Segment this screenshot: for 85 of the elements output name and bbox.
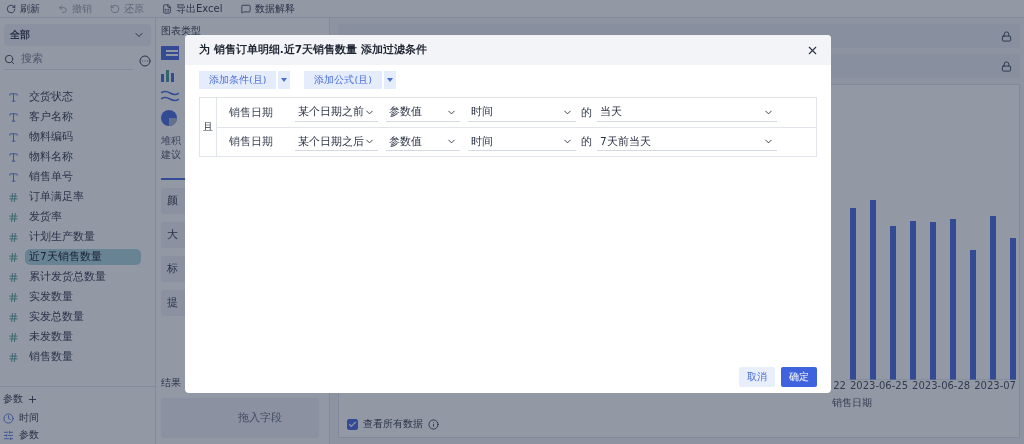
bar-chart-icon — [161, 68, 177, 82]
hash-icon — [8, 351, 19, 363]
hash-icon — [8, 231, 19, 243]
value-select[interactable]: 当天 — [597, 103, 777, 122]
cancel-button[interactable]: 取消 — [739, 367, 775, 387]
field-item[interactable]: 销售数量 — [25, 349, 141, 365]
add-button[interactable]: 添加条件(且) — [199, 71, 277, 89]
info-icon — [428, 419, 439, 430]
note-text: 堆积 — [161, 134, 181, 148]
param-select[interactable]: 时间 — [468, 133, 576, 151]
param-item[interactable]: 时间 — [19, 412, 39, 425]
section-title: 参数 — [3, 393, 23, 406]
connector-text: 的 — [581, 105, 592, 120]
hash-icon — [8, 271, 19, 283]
toolbar-button[interactable]: 刷新 — [6, 2, 40, 15]
field-name: 销售日期 — [229, 105, 274, 120]
more-icon[interactable] — [139, 55, 151, 67]
add-button[interactable]: 添加公式(且) — [304, 71, 382, 89]
field-item[interactable]: 近7天销售数量 — [25, 249, 141, 265]
value-select[interactable]: 7天前当天 — [597, 133, 777, 151]
hash-icon — [8, 211, 19, 223]
clock-icon — [3, 413, 14, 424]
lock-icon[interactable] — [1001, 60, 1012, 72]
field-name: 销售日期 — [229, 135, 274, 149]
pie-chart-icon — [161, 110, 177, 126]
field-item[interactable]: 物料编码 — [25, 129, 141, 145]
value-type-select[interactable]: 参数值 — [386, 133, 460, 151]
section-title: 图表类型 — [161, 24, 201, 38]
hash-icon — [8, 291, 19, 303]
text-type-icon — [8, 131, 19, 143]
text-type-icon — [8, 171, 19, 183]
spreadsheet-icon — [162, 3, 172, 14]
field-item[interactable]: 交货状态 — [25, 89, 141, 105]
operator-select[interactable]: 某个日期之后 — [295, 133, 378, 151]
axis-title: 销售日期 — [831, 397, 872, 410]
dialog-title: 为 销售订单明细.近7天销售数量 添加过滤条件 — [199, 43, 427, 57]
comment-icon — [240, 3, 251, 14]
refresh-icon — [6, 3, 16, 14]
checkbox[interactable] — [347, 419, 358, 430]
lock-icon[interactable] — [1001, 30, 1012, 42]
field-item[interactable]: 实发总数量 — [25, 309, 141, 325]
field-item[interactable]: 物料名称 — [25, 149, 141, 165]
section-title: 结果 — [161, 376, 181, 390]
hash-icon — [8, 331, 19, 343]
field-item[interactable]: 实发数量 — [25, 289, 141, 305]
axis-label: 2023-07 — [974, 380, 1016, 391]
text-type-icon — [8, 91, 19, 103]
field-item[interactable]: 累计发货总数量 — [25, 269, 141, 285]
dropdown-caret-button[interactable] — [383, 71, 396, 89]
note-text: 建议 — [161, 148, 181, 162]
drop-zone[interactable]: 拖入字段 — [161, 398, 319, 438]
joiner-label: 且 — [200, 98, 217, 156]
operator-select[interactable]: 某个日期之前 — [295, 103, 378, 122]
connector-text: 的 — [581, 135, 592, 149]
wave-icon — [161, 90, 179, 102]
hash-icon — [8, 251, 19, 263]
param-item[interactable]: 参数 — [19, 429, 39, 442]
field-item[interactable]: 订单满足率 — [25, 189, 141, 205]
field-item[interactable]: 计划生产数量 — [25, 229, 141, 245]
check-icon — [348, 420, 357, 429]
param-select[interactable]: 时间 — [468, 103, 576, 122]
axis-label: 2023-06-25 — [849, 380, 909, 391]
caret-icon — [281, 78, 288, 82]
hash-icon — [8, 311, 19, 323]
field-item[interactable]: 客户名称 — [25, 109, 141, 125]
toolbar-button[interactable]: 导出Excel — [162, 2, 223, 15]
axis-label: 2023-06-28 — [912, 380, 971, 391]
scope-dropdown[interactable]: 全部 — [4, 24, 151, 46]
dropdown-caret-button[interactable] — [278, 71, 291, 89]
search-icon — [4, 53, 15, 65]
add-icon[interactable] — [27, 394, 38, 405]
sliders-icon — [3, 430, 14, 441]
confirm-button[interactable]: 确定 — [781, 367, 817, 387]
checkbox-label: 查看所有数据 — [363, 418, 423, 431]
hash-icon — [8, 191, 19, 203]
toolbar-button[interactable]: 数据解释 — [240, 2, 295, 15]
field-item[interactable]: 发货率 — [25, 209, 141, 225]
search-field[interactable]: 搜索 — [4, 52, 133, 70]
field-item[interactable]: 销售单号 — [25, 169, 141, 185]
axis-label: 22 — [833, 380, 846, 391]
field-item[interactable]: 未发数量 — [25, 329, 141, 345]
table-icon — [161, 46, 179, 60]
text-type-icon — [8, 151, 19, 163]
text-type-icon — [8, 111, 19, 123]
value-type-select[interactable]: 参数值 — [386, 103, 460, 122]
